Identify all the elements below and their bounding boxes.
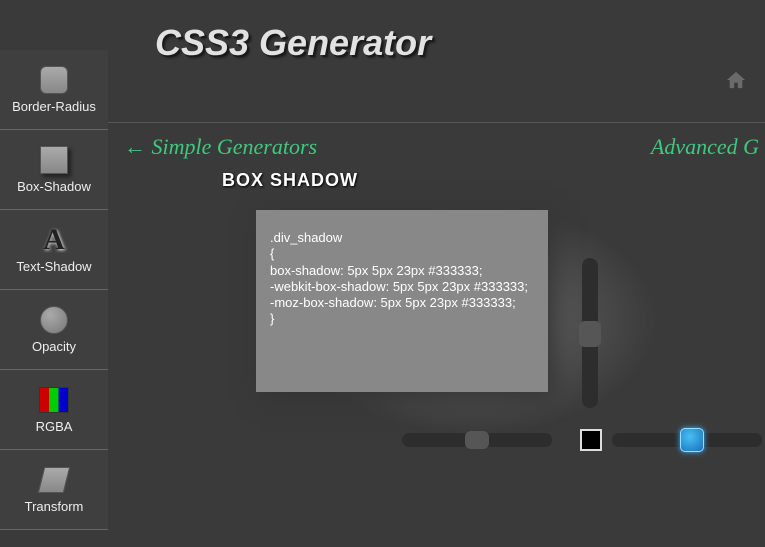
code-line: -webkit-box-shadow: 5px 5px 23px #333333… <box>270 279 534 295</box>
nav-simple-generators[interactable]: ← Simple Generators <box>124 134 317 160</box>
border-radius-icon <box>39 65 69 95</box>
horizontal-offset-slider[interactable] <box>402 433 552 447</box>
code-line: { <box>270 246 534 262</box>
section-title: BOX SHADOW <box>222 170 358 191</box>
code-output: .div_shadow { box-shadow: 5px 5px 23px #… <box>256 210 548 392</box>
nav-advanced-generators[interactable]: Advanced G <box>651 134 759 160</box>
opacity-icon <box>39 305 69 335</box>
sidebar-item-label: Box-Shadow <box>17 179 91 194</box>
code-line: -moz-box-shadow: 5px 5px 23px #333333; <box>270 295 534 311</box>
vertical-offset-slider[interactable] <box>582 258 598 408</box>
color-slider[interactable] <box>612 433 762 447</box>
box-shadow-icon <box>39 145 69 175</box>
rgba-icon <box>39 385 69 415</box>
sidebar: Border-Radius Box-Shadow A Text-Shadow O… <box>0 50 108 530</box>
sidebar-item-label: Opacity <box>32 339 76 354</box>
sidebar-item-transform[interactable]: Transform <box>0 450 108 530</box>
color-swatch[interactable] <box>580 429 602 451</box>
transform-icon <box>39 465 69 495</box>
sidebar-item-box-shadow[interactable]: Box-Shadow <box>0 130 108 210</box>
code-line: } <box>270 311 534 327</box>
sidebar-item-opacity[interactable]: Opacity <box>0 290 108 370</box>
sidebar-item-text-shadow[interactable]: A Text-Shadow <box>0 210 108 290</box>
code-line: .div_shadow <box>270 230 534 246</box>
slider-thumb[interactable] <box>680 428 704 452</box>
sidebar-item-rgba[interactable]: RGBA <box>0 370 108 450</box>
divider <box>108 122 765 123</box>
code-line: box-shadow: 5px 5px 23px #333333; <box>270 263 534 279</box>
sidebar-item-label: Border-Radius <box>12 99 96 114</box>
page-title: CSS3 Generator <box>155 22 431 64</box>
text-shadow-icon: A <box>39 225 69 255</box>
slider-thumb[interactable] <box>579 321 601 347</box>
sidebar-item-label: Text-Shadow <box>16 259 91 274</box>
sidebar-item-label: RGBA <box>36 419 73 434</box>
sidebar-item-border-radius[interactable]: Border-Radius <box>0 50 108 130</box>
home-icon[interactable] <box>725 70 747 95</box>
slider-thumb[interactable] <box>465 431 489 449</box>
sidebar-item-label: Transform <box>25 499 84 514</box>
